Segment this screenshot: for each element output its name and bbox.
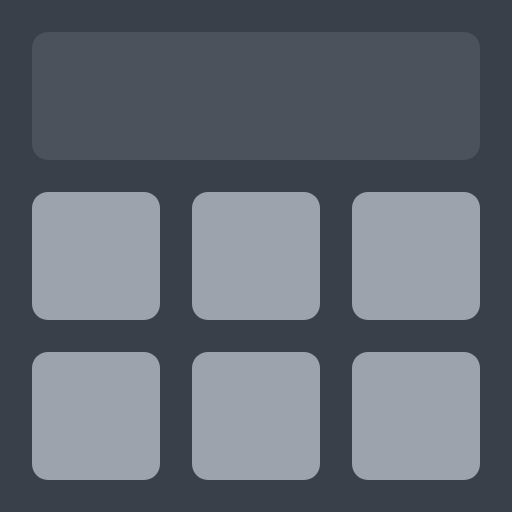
key-row1-col3[interactable] [352, 192, 480, 320]
calculator-display [32, 32, 480, 160]
key-row2-col1[interactable] [32, 352, 160, 480]
calculator-app [0, 0, 512, 512]
key-row1-col1[interactable] [32, 192, 160, 320]
key-row2-col3[interactable] [352, 352, 480, 480]
key-row2-col2[interactable] [192, 352, 320, 480]
key-row1-col2[interactable] [192, 192, 320, 320]
calculator-keypad [32, 192, 480, 480]
